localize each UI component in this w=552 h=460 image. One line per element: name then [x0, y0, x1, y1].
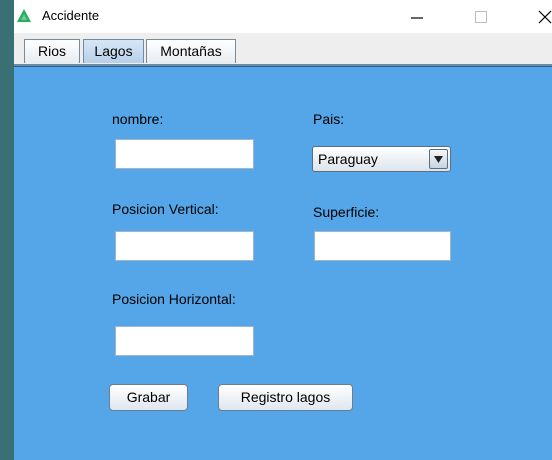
- registro-lagos-button[interactable]: Registro lagos: [218, 384, 353, 411]
- lagos-form-panel: nombre: Pais: Posicion Vertical: Superfi…: [14, 66, 552, 460]
- pais-select[interactable]: Paraguay: [312, 146, 451, 172]
- nombre-input[interactable]: [115, 139, 254, 169]
- superficie-input[interactable]: [314, 231, 451, 261]
- tab-lagos[interactable]: Lagos: [83, 39, 144, 63]
- nombre-label: nombre:: [112, 111, 164, 127]
- title-bar[interactable]: Accidente: [14, 0, 552, 33]
- pais-select-value: Paraguay: [318, 151, 378, 167]
- posicion-horizontal-input[interactable]: [115, 326, 254, 356]
- posicion-vertical-label: Posicion Vertical:: [112, 201, 219, 217]
- minimize-icon: [411, 16, 423, 19]
- tab-rios[interactable]: Rios: [24, 39, 80, 63]
- tab-bar: Rios Lagos Montañas: [14, 33, 552, 65]
- posicion-vertical-input[interactable]: [115, 231, 254, 261]
- superficie-label: Superficie:: [313, 204, 380, 220]
- dropdown-arrow-button[interactable]: [429, 149, 448, 169]
- close-icon: [538, 10, 552, 23]
- chevron-down-icon: [434, 155, 443, 163]
- maximize-icon: [475, 10, 487, 23]
- posicion-horizontal-label: Posicion Horizontal:: [112, 291, 236, 307]
- app-logo-icon: [17, 9, 31, 22]
- window-title: Accidente: [42, 8, 100, 23]
- close-button[interactable]: [522, 0, 552, 33]
- app-window: Accidente Rios Lagos Montañas nombre: Pa…: [14, 0, 552, 460]
- grabar-button[interactable]: Grabar: [109, 384, 188, 411]
- minimize-button[interactable]: [394, 0, 440, 33]
- tab-montanas[interactable]: Montañas: [146, 39, 236, 63]
- maximize-button[interactable]: [458, 0, 504, 33]
- pais-label: Pais:: [313, 111, 345, 127]
